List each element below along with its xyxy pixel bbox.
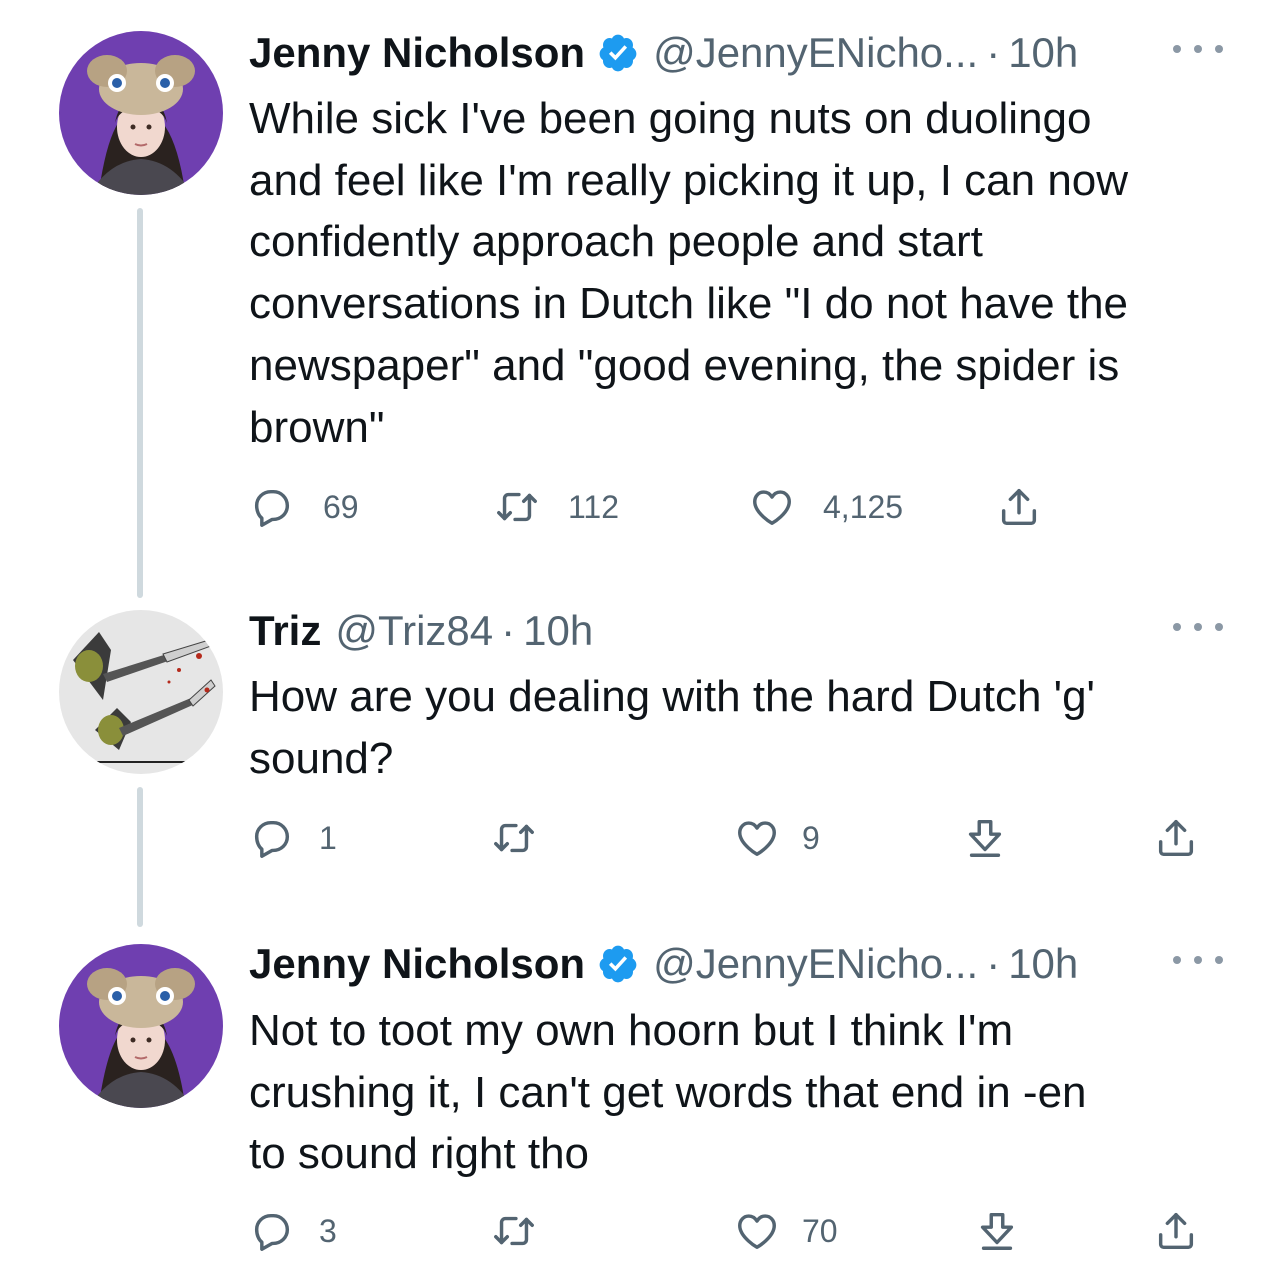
upload-share-icon: [1158, 819, 1194, 857]
thread-line: [137, 787, 143, 927]
retweet-button[interactable]: 112: [494, 477, 619, 537]
ellipsis-icon[interactable]: [1173, 945, 1223, 975]
tweet-header: Jenny Nicholson @JennyENicho... · 10h: [249, 28, 1223, 78]
upload-share-icon: [1001, 488, 1037, 526]
timestamp[interactable]: 10h: [523, 607, 593, 655]
speech-bubble-icon: [254, 1213, 290, 1251]
text-line: Not to toot my own hoorn but I think I'm: [249, 1006, 1014, 1055]
text-line: brown": [249, 402, 385, 452]
heart-outline-icon: [753, 490, 791, 526]
author-handle[interactable]: @JennyENicho...: [653, 29, 978, 77]
tweet-actions: 69 112 4,125: [249, 477, 1223, 537]
retweet-arrows-icon: [497, 492, 537, 522]
verified-badge-icon: [599, 945, 637, 983]
speech-bubble-icon: [254, 489, 290, 527]
tweet-actions: 3 70: [249, 1201, 1223, 1261]
retweet-arrows-icon: [494, 1216, 534, 1246]
download-button[interactable]: [962, 808, 1008, 868]
text-line: newspaper" and "good evening, the spider…: [249, 340, 1120, 390]
share-button[interactable]: [1153, 1201, 1199, 1261]
separator-dot: ·: [986, 940, 1001, 987]
tweet-2[interactable]: Triz @Triz84 · 10h How are you dealing w…: [0, 590, 1283, 927]
author-handle[interactable]: @JennyENicho...: [653, 940, 978, 988]
tweet-header: Jenny Nicholson @JennyENicho... · 10h: [249, 939, 1223, 989]
speech-bubble-icon: [254, 820, 290, 858]
tweet-actions: 1 9: [249, 808, 1223, 868]
avatar[interactable]: [59, 31, 223, 195]
text-line: to sound right tho: [249, 1129, 590, 1179]
tweet-3[interactable]: Jenny Nicholson @JennyENicho... · 10h No…: [0, 920, 1283, 1284]
text-line: While sick I've been going nuts on duoli…: [249, 94, 1092, 143]
ellipsis-icon[interactable]: [1173, 612, 1223, 642]
download-arrow-icon: [980, 1212, 1014, 1250]
like-count: 4,125: [823, 488, 904, 525]
timestamp[interactable]: 10h: [1008, 29, 1078, 77]
retweet-button[interactable]: [491, 1201, 537, 1261]
reply-button[interactable]: 1: [249, 808, 337, 868]
tweet-1[interactable]: Jenny Nicholson @JennyENicho... · 10h Wh…: [0, 0, 1283, 598]
reply-count: 69: [323, 488, 359, 525]
text-line: conversations in Dutch like "I do not ha…: [249, 279, 1129, 329]
heart-outline-icon: [738, 1214, 776, 1250]
like-count: 9: [802, 819, 820, 856]
separator-dot: ·: [501, 607, 516, 654]
reply-count: 1: [319, 819, 337, 856]
retweet-button[interactable]: [491, 808, 537, 868]
share-button[interactable]: [996, 477, 1042, 537]
like-button[interactable]: 9: [734, 808, 820, 868]
reply-button[interactable]: 3: [249, 1201, 337, 1261]
retweet-count: 112: [568, 488, 620, 525]
avatar-image: [59, 610, 223, 774]
share-button[interactable]: [1153, 808, 1199, 868]
like-count: 70: [802, 1212, 838, 1249]
avatar-image: [59, 944, 223, 1108]
reply-count: 3: [319, 1212, 337, 1249]
text-line: crushing it, I can't get words that end …: [249, 1067, 1087, 1117]
avatar[interactable]: [59, 944, 223, 1108]
ellipsis-icon[interactable]: [1173, 34, 1223, 64]
like-button[interactable]: 70: [734, 1201, 838, 1261]
thread-line: [137, 208, 143, 598]
author-handle[interactable]: @Triz84: [335, 607, 493, 655]
tweet-text: Not to toot my own hoorn but I think I'm…: [249, 1000, 1239, 1185]
avatar-image: [59, 31, 223, 195]
author-name[interactable]: Triz: [249, 607, 321, 655]
author-name[interactable]: Jenny Nicholson: [249, 940, 585, 988]
retweet-arrows-icon: [494, 823, 534, 853]
download-button[interactable]: [974, 1201, 1020, 1261]
timestamp[interactable]: 10h: [1008, 940, 1078, 988]
upload-share-icon: [1158, 1212, 1194, 1250]
text-line: and feel like I'm really picking it up, …: [249, 155, 1129, 205]
text-line: sound?: [249, 733, 394, 783]
author-name[interactable]: Jenny Nicholson: [249, 29, 585, 77]
avatar[interactable]: [59, 610, 223, 774]
download-arrow-icon: [968, 819, 1002, 857]
reply-button[interactable]: 69: [249, 477, 359, 537]
heart-outline-icon: [738, 821, 776, 857]
text-line: How are you dealing with the hard Dutch …: [249, 672, 1095, 721]
tweet-text: While sick I've been going nuts on duoli…: [249, 88, 1239, 458]
separator-dot: ·: [986, 29, 1001, 76]
like-button[interactable]: 4,125: [749, 477, 903, 537]
tweet-text: How are you dealing with the hard Dutch …: [249, 666, 1239, 789]
text-line: confidently approach people and start: [249, 217, 983, 267]
verified-badge-icon: [599, 34, 637, 72]
tweet-header: Triz @Triz84 · 10h: [249, 606, 1223, 656]
